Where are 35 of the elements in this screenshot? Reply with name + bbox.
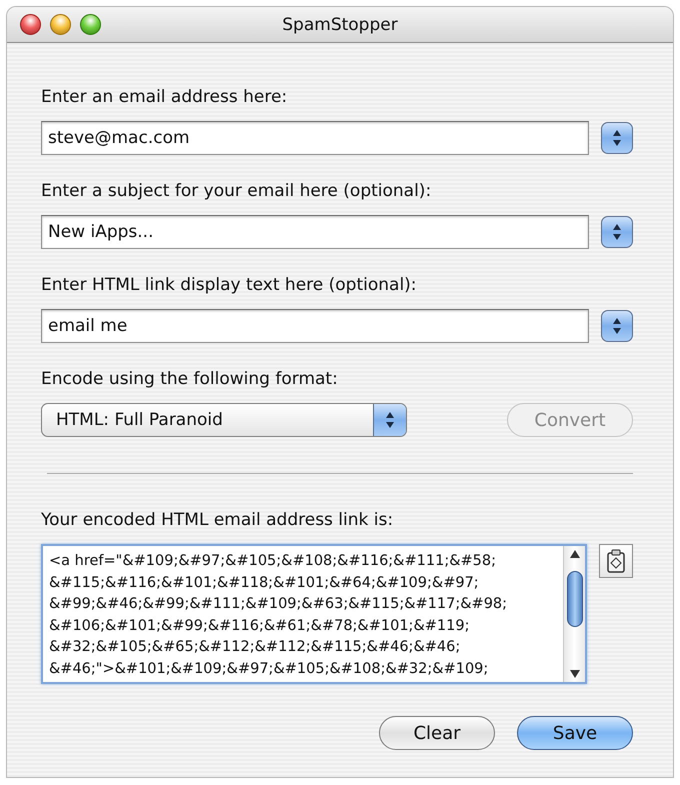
input-field[interactable]: email me bbox=[41, 309, 589, 343]
copy-button[interactable] bbox=[599, 544, 633, 578]
scroll-thumb[interactable] bbox=[566, 571, 582, 627]
up-down-arrows-icon bbox=[612, 223, 622, 241]
down-arrow-icon bbox=[570, 670, 580, 678]
code-line: <a href="&#109;&#97;&#105;&#108;&#116;&#111;&#58; bbox=[49, 552, 497, 571]
code-line: &#32;&#105;&#65;&#112;&#112;&#115;&#46;&#46; bbox=[49, 638, 462, 657]
scroll-bar[interactable] bbox=[563, 546, 585, 682]
window-title: SpamStopper bbox=[282, 14, 398, 34]
input-field[interactable]: steve@mac.com bbox=[41, 121, 589, 155]
code-line: &#46;">&#101;&#109;&#97;&#105;&#108;&#32;&#109; bbox=[49, 660, 490, 678]
zoom-button[interactable] bbox=[80, 14, 101, 35]
stepper-button[interactable] bbox=[601, 310, 633, 342]
up-down-arrows-icon bbox=[612, 129, 622, 147]
format-label: Encode using the following format: bbox=[41, 369, 338, 389]
button[interactable]: Clear bbox=[379, 716, 495, 750]
stepper-button[interactable] bbox=[601, 216, 633, 248]
up-down-arrows-icon bbox=[612, 317, 622, 335]
default-button[interactable]: Save bbox=[517, 716, 633, 750]
stepper-button[interactable] bbox=[601, 122, 633, 154]
minimize-button[interactable] bbox=[50, 14, 71, 35]
output-text-area[interactable] bbox=[41, 544, 587, 684]
up-down-arrows-icon bbox=[385, 411, 395, 429]
code-line: &#115;&#116;&#101;&#118;&#101;&#64;&#109;&#97; bbox=[49, 574, 480, 592]
field-label: Enter an email address here: bbox=[41, 87, 288, 107]
code-line: &#106;&#101;&#99;&#116;&#61;&#78;&#101;&#119; bbox=[49, 616, 470, 636]
field-label: Enter HTML link display text here (optional): bbox=[41, 275, 417, 295]
format-dropdown[interactable]: HTML: Full Paranoid bbox=[41, 403, 407, 437]
close-button[interactable] bbox=[20, 14, 41, 35]
field-label: Enter a subject for your email here (optional): bbox=[41, 181, 432, 201]
up-arrow-icon bbox=[570, 550, 580, 558]
output-label: Your encoded HTML email address link is: bbox=[41, 510, 394, 530]
clipboard-icon bbox=[606, 549, 626, 573]
input-field[interactable]: New iApps... bbox=[41, 215, 589, 249]
code-line: &#99;&#46;&#99;&#111;&#109;&#63;&#115;&#117;&#98; bbox=[49, 595, 508, 614]
